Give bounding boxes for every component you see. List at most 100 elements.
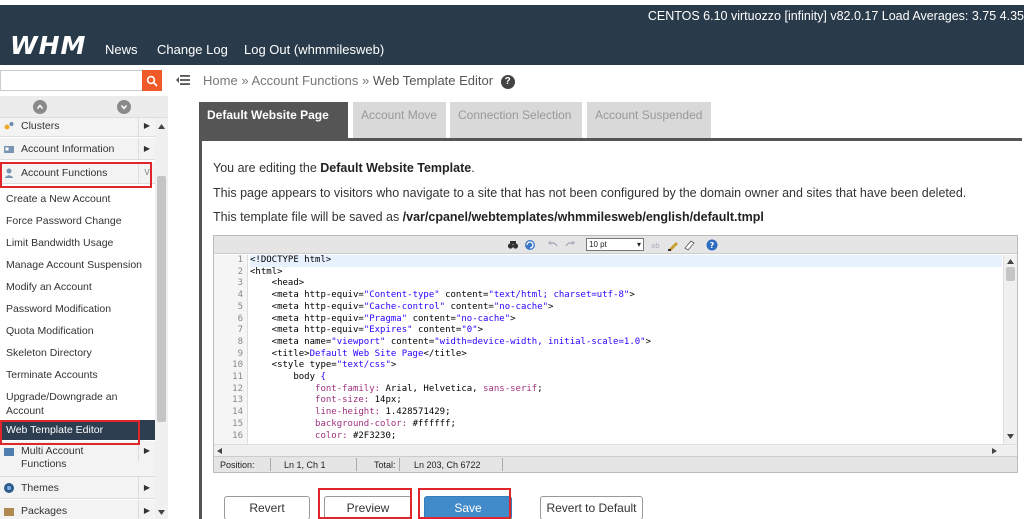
code-token: > [548, 301, 554, 312]
menu-toggle-icon[interactable] [176, 74, 190, 86]
tab-connection-selection[interactable]: Connection Selection [450, 102, 582, 138]
code-line: <meta http-equiv="Expires" content="0"> [250, 325, 483, 337]
editor-vertical-scrollbar[interactable] [1003, 255, 1017, 444]
revert-button[interactable]: Revert [224, 496, 310, 519]
sidebar-cat-account-functions[interactable]: Account Functions V [0, 162, 155, 184]
save-path-info: This template file will be saved as /var… [213, 210, 764, 224]
code-token: color: [250, 430, 353, 441]
server-info: CENTOS 6.10 virtuozzo [infinity] v82.0.1… [647, 9, 1024, 23]
sidebar-item-modify-account[interactable]: Modify an Account [0, 280, 155, 294]
sidebar-item-force-password-change[interactable]: Force Password Change [0, 214, 155, 228]
breadcrumb-account-functions[interactable]: Account Functions [251, 73, 358, 88]
nav-logout[interactable]: Log Out (whmmilesweb) [244, 42, 384, 57]
code-line: <style type="text/css"> [250, 360, 397, 372]
code-token: <meta http-equiv= [250, 290, 364, 301]
highlight-icon[interactable] [667, 239, 679, 251]
nav-change-log[interactable]: Change Log [157, 42, 228, 57]
sidebar-item-skeleton-directory[interactable]: Skeleton Directory [0, 346, 155, 360]
svg-text:?: ? [710, 241, 715, 250]
code-area[interactable]: <!DOCTYPE html> <html> <head> <meta http… [250, 255, 1002, 444]
revert-to-default-button[interactable]: Revert to Default [540, 496, 643, 519]
undo-icon[interactable] [547, 239, 559, 251]
code-line: <!DOCTYPE html> [250, 255, 1002, 267]
code-editor: 10 pt ab ? 1 2 3 4 5 6 7 8 9 10 11 12 13 [213, 235, 1018, 473]
expand-arrow-icon: ▶ [138, 441, 155, 461]
whm-logo[interactable]: WHM [10, 31, 86, 60]
editor-horizontal-scrollbar[interactable] [214, 444, 1017, 456]
chevron-up-icon [36, 104, 44, 109]
preview-button[interactable]: Preview [324, 496, 412, 519]
font-size-select[interactable]: 10 pt [586, 238, 644, 251]
code-token: background-color: [250, 418, 413, 429]
sidebar-cat-themes[interactable]: Themes ▶ [0, 477, 155, 499]
help-icon[interactable]: ? [500, 74, 515, 89]
scroll-down-icon [158, 510, 165, 515]
expand-arrow-icon: ▶ [138, 118, 155, 137]
tab-account-move[interactable]: Account Move [353, 102, 446, 138]
redo-icon[interactable] [564, 239, 576, 251]
search-icon [146, 75, 158, 87]
code-line: line-height: 1.428571429; [250, 407, 450, 419]
sidebar-cat-packages[interactable]: Packages ▶ [0, 500, 155, 519]
find-icon[interactable] [507, 239, 519, 251]
code-token: </title> [423, 348, 467, 359]
sidebar-cat-account-information[interactable]: Account Information ▶ [0, 138, 155, 160]
line-number: 9 [237, 348, 243, 359]
scroll-up-icon [158, 124, 165, 129]
reset-icon[interactable] [683, 239, 695, 251]
sidebar-item-limit-bandwidth[interactable]: Limit Bandwidth Usage [0, 236, 155, 250]
sidebar: Clusters ▶ Account Information ▶ Account… [0, 96, 168, 519]
code-token: content= [412, 325, 462, 336]
collapse-up-button[interactable] [33, 100, 47, 114]
breadcrumb-home[interactable]: Home [203, 73, 238, 88]
sidebar-cat-label: Multi Account Functions [21, 445, 84, 470]
sidebar-item-password-modification[interactable]: Password Modification [0, 302, 155, 316]
position-value: Ln 1, Ch 1 [284, 460, 326, 470]
save-button[interactable]: Save [424, 496, 512, 519]
code-token: > [629, 290, 635, 301]
code-token: #2F3230 [352, 430, 391, 441]
tab-default-website-page[interactable]: Default Website Page [199, 102, 348, 140]
breadcrumb-separator: » [241, 73, 249, 88]
line-number: 11 [232, 372, 243, 382]
code-line: background-color: #ffffff; [250, 419, 456, 431]
search-button[interactable] [142, 70, 162, 91]
sidebar-cat-clusters[interactable]: Clusters ▶ [0, 118, 155, 137]
sidebar-controls [0, 96, 168, 118]
editor-scroll-thumb[interactable] [1006, 267, 1015, 281]
code-token: ; [537, 383, 543, 394]
code-token: sans-serif [483, 383, 538, 394]
chevron-down-icon: V [138, 162, 155, 184]
sidebar-item-quota-modification[interactable]: Quota Modification [0, 324, 155, 338]
tab-account-suspended[interactable]: Account Suspended [587, 102, 711, 138]
save-path: /var/cpanel/webtemplates/whmmilesweb/eng… [402, 210, 764, 224]
sidebar-item-web-template-editor[interactable]: Web Template Editor [0, 420, 155, 440]
nav-news[interactable]: News [105, 42, 138, 57]
sidebar-cat-multi-account-functions[interactable]: Multi Account Functions ▶ [0, 441, 155, 477]
search-input[interactable] [0, 70, 142, 91]
save-path-prefix: This template file will be saved as [213, 210, 403, 224]
editor-toolbar: 10 pt ab ? [214, 236, 1017, 254]
line-number: 3 [237, 278, 243, 289]
code-token: "text/html; charset=utf-8" [488, 290, 630, 301]
code-token: ; [390, 430, 397, 441]
editor-help-icon[interactable]: ? [706, 239, 718, 251]
sidebar-item-account-suspension[interactable]: Manage Account Suspension [0, 258, 155, 272]
sidebar-scrollbar[interactable] [155, 118, 168, 519]
code-line: <html> [250, 266, 283, 277]
code-token: body [250, 372, 321, 382]
sidebar-item-terminate-accounts[interactable]: Terminate Accounts [0, 368, 155, 382]
line-number: 12 [232, 383, 243, 394]
top-header: WHM News Change Log Log Out (whmmilesweb… [0, 5, 1024, 65]
collapse-down-button[interactable] [117, 100, 131, 114]
expand-arrow-icon: ▶ [138, 500, 155, 519]
sidebar-item-create-account[interactable]: Create a New Account [0, 192, 155, 206]
syntax-icon[interactable]: ab [651, 239, 663, 251]
breadcrumb: Home » Account Functions » Web Template … [203, 73, 515, 89]
sidebar-scroll-thumb[interactable] [157, 176, 166, 422]
sidebar-item-upgrade-downgrade[interactable]: Upgrade/Downgrade an Account [0, 390, 125, 418]
replace-icon[interactable] [524, 239, 536, 251]
code-token: content= [407, 313, 456, 324]
code-token: font-size: [250, 395, 375, 406]
code-token: > [390, 360, 397, 371]
